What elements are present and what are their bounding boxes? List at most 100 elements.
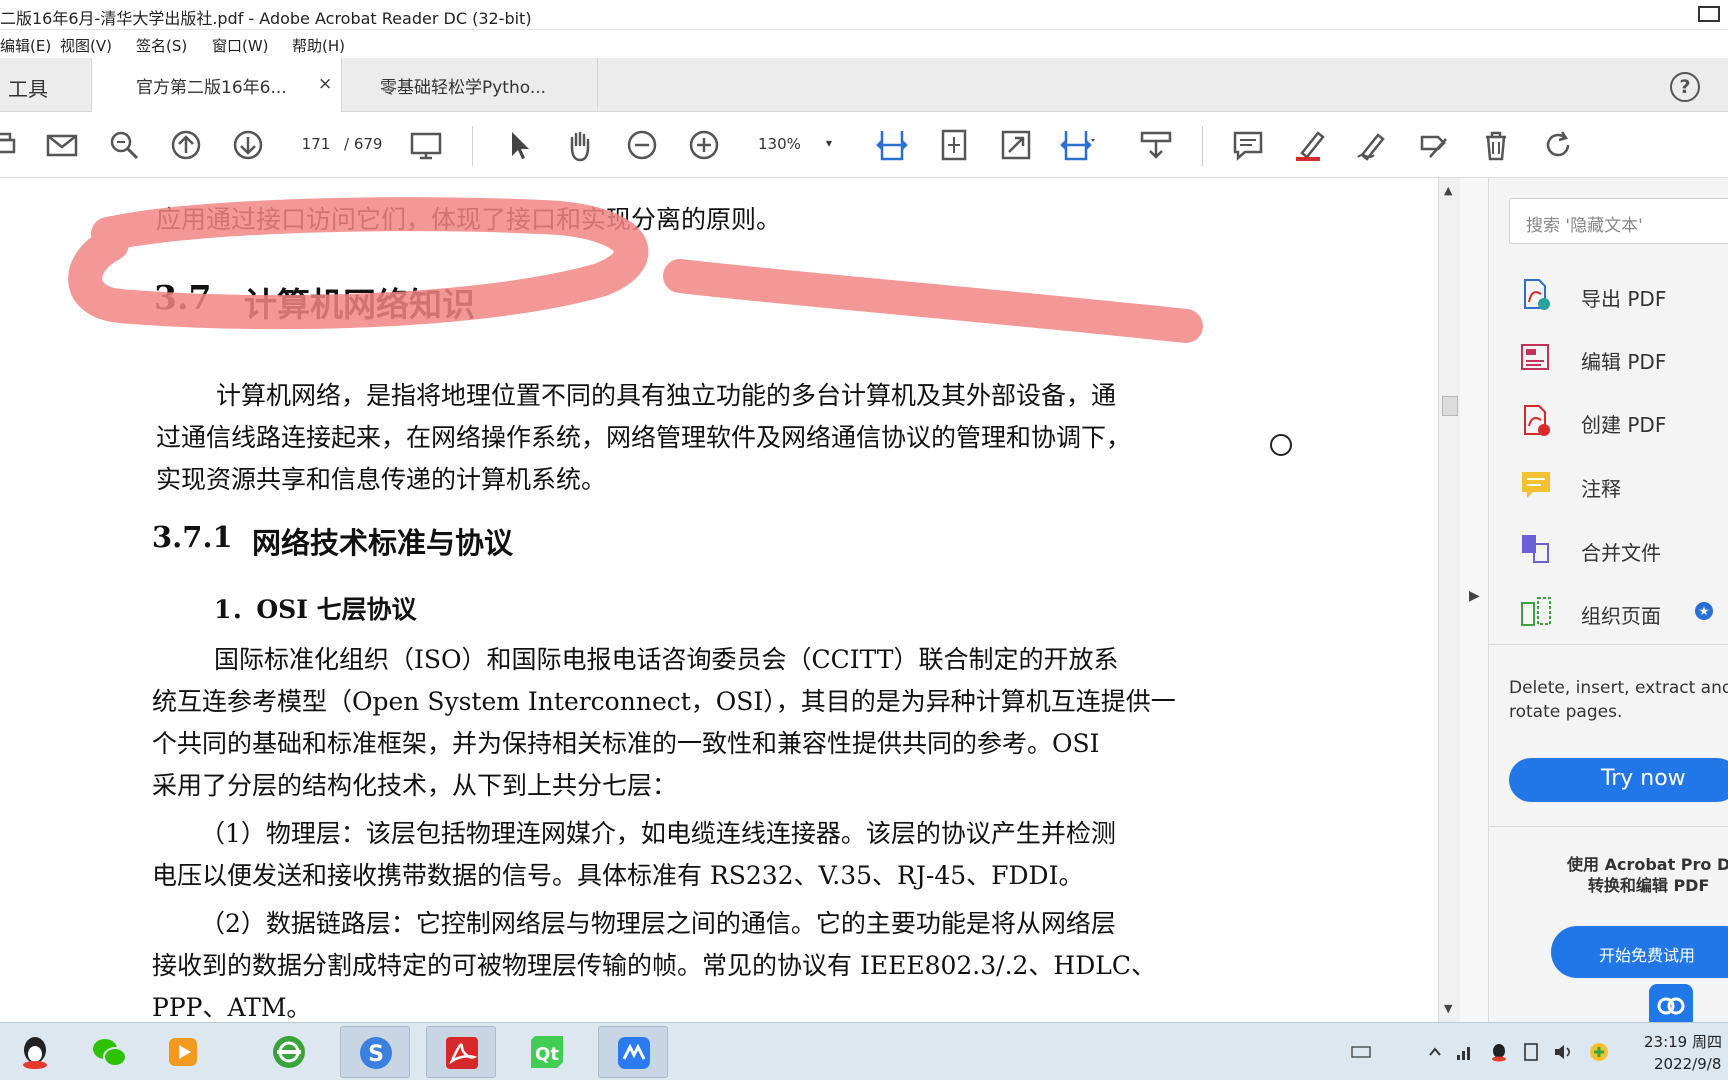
fullscreen-icon[interactable] bbox=[998, 127, 1034, 163]
tool-export-pdf[interactable]: 导出 PDF bbox=[1519, 276, 1728, 316]
menu-sign[interactable]: 签名(S) bbox=[136, 35, 187, 56]
title-bar: 二版16年6月-清华大学出版社.pdf - Adobe Acrobat Read… bbox=[0, 0, 1728, 30]
qq-tray-icon[interactable] bbox=[1488, 1041, 1510, 1063]
body-text: 实现资源共享和信息传递的计算机系统。 bbox=[156, 465, 607, 494]
body-text: 过通信线路连接起来，在网络操作系统，网络管理软件及网络通信协议的管理和协调下， bbox=[156, 423, 1132, 452]
sign-icon[interactable] bbox=[1354, 127, 1390, 163]
tool-label: 合并文件 bbox=[1581, 541, 1661, 565]
tool-edit-pdf[interactable]: 编辑 PDF bbox=[1519, 339, 1728, 379]
zoom-value: 130% bbox=[758, 135, 801, 153]
browser-icon bbox=[273, 1036, 305, 1068]
scroll-thumb[interactable] bbox=[1442, 396, 1458, 416]
taskbar-qt[interactable]: Qt bbox=[512, 1026, 582, 1078]
clock-date[interactable]: 2022/9/8 bbox=[1654, 1055, 1721, 1073]
taskbar-sogou[interactable]: S bbox=[340, 1026, 410, 1078]
pro-line: 使用 Acrobat Pro D bbox=[1567, 855, 1728, 874]
tool-label: 组织页面 bbox=[1581, 604, 1661, 628]
menu-help[interactable]: 帮助(H) bbox=[292, 35, 345, 56]
free-trial-button[interactable]: 开始免费试用 bbox=[1551, 926, 1728, 978]
section-heading: 1．OSI 七层协议 bbox=[214, 595, 417, 624]
acrobat-window: 二版16年6月-清华大学出版社.pdf - Adobe Acrobat Read… bbox=[0, 0, 1728, 1080]
keyboard-icon[interactable] bbox=[1350, 1041, 1372, 1063]
body-text: 国际标准化组织（ISO）和国际电报电话咨询委员会（CCITT）联合制定的开放系 bbox=[214, 645, 1119, 674]
comment-tool-icon bbox=[1522, 472, 1550, 498]
fit-width-icon[interactable] bbox=[874, 127, 910, 163]
page-mode-icon[interactable] bbox=[408, 127, 444, 163]
body-text: 电压以便发送和接收携带数据的信号。具体标准有 RS232、V.35、RJ-45、… bbox=[152, 861, 1084, 890]
menu-window[interactable]: 窗口(W) bbox=[212, 35, 269, 56]
edit-icon[interactable] bbox=[1416, 127, 1452, 163]
qt-icon: Qt bbox=[531, 1036, 563, 1068]
acrobat-icon bbox=[446, 1037, 478, 1069]
maximize-icon[interactable] bbox=[1698, 6, 1720, 22]
hand-icon[interactable] bbox=[562, 127, 598, 163]
taskbar-wechat[interactable] bbox=[74, 1026, 144, 1078]
rotate-icon[interactable] bbox=[1540, 127, 1576, 163]
toolbar-divider bbox=[1202, 126, 1203, 166]
zoom-out-icon[interactable] bbox=[624, 127, 660, 163]
try-now-button[interactable]: Try now bbox=[1509, 758, 1728, 802]
tool-label: 注释 bbox=[1581, 477, 1621, 501]
download-icon[interactable] bbox=[1138, 127, 1174, 163]
scroll-up-icon[interactable]: ▲ bbox=[1444, 184, 1452, 197]
close-tab-icon[interactable]: × bbox=[318, 74, 332, 94]
device-icon[interactable] bbox=[1520, 1041, 1542, 1063]
heading-title: 计算机网络知识 bbox=[244, 285, 475, 324]
body-text: 计算机网络，是指将地理位置不同的具有独立功能的多台计算机及其外部设备，通 bbox=[216, 381, 1117, 410]
toolbar-divider bbox=[472, 126, 473, 166]
security-icon[interactable] bbox=[1588, 1041, 1610, 1063]
tray-expand-icon[interactable] bbox=[1424, 1041, 1446, 1063]
tool-organize-pages[interactable]: 组织页面 ★ bbox=[1519, 593, 1728, 633]
taskbar-qq[interactable] bbox=[0, 1026, 70, 1078]
tab-document-1-label: 官方第二版16年6... bbox=[136, 78, 287, 98]
sogou-icon: S bbox=[360, 1037, 392, 1069]
tool-combine-files[interactable]: 合并文件 bbox=[1519, 530, 1728, 570]
select-icon[interactable] bbox=[500, 127, 536, 163]
network-icon[interactable] bbox=[1454, 1041, 1476, 1063]
taskbar-browser[interactable] bbox=[254, 1026, 324, 1078]
tool-label: 导出 PDF bbox=[1581, 287, 1667, 311]
volume-icon[interactable] bbox=[1552, 1041, 1574, 1063]
tab-document-1[interactable]: 官方第二版16年6... × bbox=[92, 58, 342, 112]
tool-create-pdf[interactable]: 创建 PDF bbox=[1519, 402, 1728, 442]
tab-document-2[interactable]: 零基础轻松学Pytho... bbox=[342, 58, 598, 112]
wechat-icon bbox=[93, 1039, 127, 1067]
search-tools-input[interactable]: 搜索 '隐藏文本' bbox=[1509, 198, 1728, 244]
comment-icon[interactable] bbox=[1230, 127, 1266, 163]
fit-page-icon[interactable] bbox=[936, 127, 972, 163]
tencent-meeting-icon bbox=[618, 1037, 650, 1069]
help-icon[interactable]: ? bbox=[1670, 72, 1700, 102]
qq-icon bbox=[23, 1037, 47, 1069]
chevron-down-icon[interactable]: ▾ bbox=[826, 136, 832, 150]
zoom-select[interactable]: 130% ▾ bbox=[748, 130, 838, 160]
scroll-down-icon[interactable]: ▼ bbox=[1444, 1002, 1452, 1015]
tab-tools[interactable]: 工具 bbox=[0, 58, 92, 112]
vertical-scrollbar[interactable]: ▲ ▼ bbox=[1438, 178, 1460, 1022]
highlight-icon[interactable] bbox=[1292, 127, 1328, 163]
document-viewport[interactable]: 应用通过接口访问它们，体现了接口和实现分离的原则。 3.7 计算机网络知识 计算… bbox=[0, 178, 1440, 1022]
divider bbox=[1489, 644, 1728, 645]
find-icon[interactable] bbox=[106, 127, 142, 163]
tool-comment[interactable]: 注释 bbox=[1519, 466, 1728, 506]
create-pdf-icon bbox=[1524, 405, 1550, 436]
delete-icon[interactable] bbox=[1478, 127, 1514, 163]
divider bbox=[1489, 826, 1728, 827]
clock-time[interactable]: 23:19 周四 bbox=[1644, 1031, 1722, 1052]
acrobat-pro-promo: 使用 Acrobat Pro D 转换和编辑 PDF bbox=[1567, 854, 1728, 896]
pdf-page: 应用通过接口访问它们，体现了接口和实现分离的原则。 3.7 计算机网络知识 计算… bbox=[0, 178, 1410, 1022]
zoom-in-icon[interactable] bbox=[686, 127, 722, 163]
email-icon[interactable] bbox=[44, 127, 80, 163]
body-text: 采用了分层的结构化技术，从下到上共分七层： bbox=[152, 771, 678, 800]
menu-edit[interactable]: 编辑(E) bbox=[0, 35, 51, 56]
fit-height-icon[interactable] bbox=[1060, 127, 1096, 163]
page-up-icon[interactable] bbox=[168, 127, 204, 163]
edit-pdf-icon bbox=[1521, 344, 1549, 370]
taskbar-tencent-meeting[interactable] bbox=[598, 1026, 668, 1078]
page-down-icon[interactable] bbox=[230, 127, 266, 163]
menu-view[interactable]: 视图(V) bbox=[60, 35, 112, 56]
taskbar-media-player[interactable] bbox=[148, 1026, 218, 1078]
taskbar-acrobat[interactable] bbox=[426, 1026, 496, 1078]
print-icon[interactable] bbox=[0, 127, 22, 163]
collapse-pane-icon[interactable]: ▶ bbox=[1469, 588, 1480, 604]
page-number-input[interactable]: 171 bbox=[292, 130, 340, 160]
